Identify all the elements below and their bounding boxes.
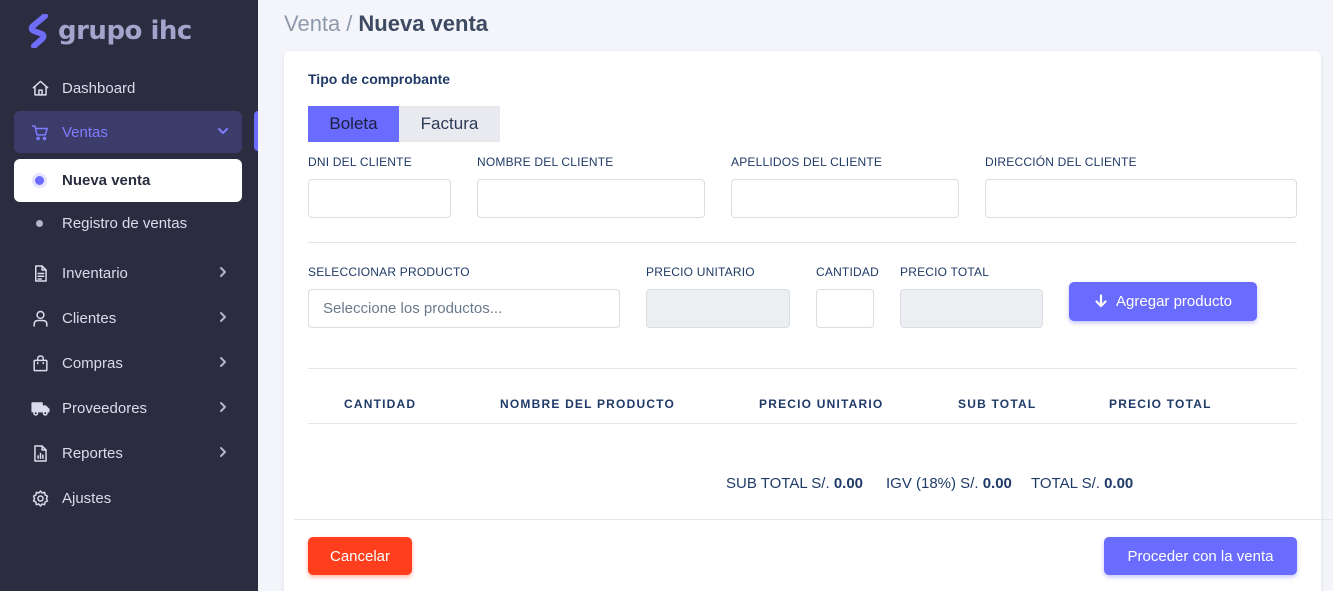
total-price-field — [900, 289, 1043, 328]
sidebar-item-label: Compras — [62, 354, 123, 372]
chevron-right-icon — [216, 265, 230, 279]
total-value: 0.00 — [1104, 475, 1134, 492]
sidebar-item-label: Proveedores — [62, 399, 148, 417]
cart-icon — [30, 122, 50, 142]
chevron-right-icon — [216, 445, 230, 459]
table-header-nombre-producto: NOMBRE DEL PRODUCTO — [500, 397, 676, 411]
subtotal-value: 0.00 — [833, 475, 864, 492]
arrow-down-icon — [1094, 291, 1116, 312]
sidebar-item-ajustes[interactable]: Ajustes — [14, 477, 242, 519]
sidebar-item-label: Clientes — [62, 309, 117, 327]
file-text-icon — [30, 263, 50, 283]
page-title: Nueva venta — [358, 11, 489, 36]
chevron-right-icon — [216, 355, 230, 369]
sidebar-item-reportes[interactable]: Reportes — [14, 432, 242, 474]
sidebar-item-ventas[interactable]: Ventas — [14, 111, 242, 153]
add-product-button[interactable]: Agregar producto — [1069, 282, 1257, 321]
brand-logo[interactable]: grupo ihc — [28, 14, 192, 48]
active-indicator — [254, 111, 258, 151]
table-header-precio-total: PRECIO TOTAL — [1109, 397, 1212, 411]
sidebar-item-label: Ventas — [62, 123, 108, 141]
user-icon — [30, 308, 50, 328]
truck-icon — [30, 398, 50, 418]
table-header-sub-total: SUB TOTAL — [958, 397, 1037, 411]
breadcrumb-parent[interactable]: Venta — [284, 11, 340, 36]
card-footer-divider — [294, 519, 1333, 520]
proceed-sale-button[interactable]: Proceder con la venta — [1104, 537, 1297, 575]
bullet-dot-icon — [36, 220, 43, 227]
table-top-divider — [308, 368, 1297, 369]
dni-field[interactable] — [308, 179, 451, 218]
total-price-label: PRECIO TOTAL — [900, 265, 990, 279]
table-header-cantidad: CANTIDAD — [344, 397, 417, 411]
total-label: TOTAL S/. — [1031, 475, 1100, 492]
client-lastname-label: APELLIDOS DEL CLIENTE — [731, 155, 883, 169]
client-lastname-field[interactable] — [731, 179, 959, 218]
client-address-field[interactable] — [985, 179, 1297, 218]
sidebar-item-inventario[interactable]: Inventario — [14, 252, 242, 294]
dni-label: DNI DEL CLIENTE — [308, 155, 412, 169]
section-title-comprobante: Tipo de comprobante — [308, 71, 451, 87]
section-divider — [308, 242, 1297, 243]
sidebar-subitem-registro-ventas[interactable]: Registro de ventas — [14, 202, 242, 245]
home-icon — [30, 78, 50, 98]
breadcrumb-separator: / — [346, 11, 353, 36]
gear-icon — [30, 488, 50, 508]
sidebar-item-dashboard[interactable]: Dashboard — [14, 67, 242, 109]
sidebar-item-label: Inventario — [62, 264, 128, 282]
sidebar-subitem-nueva-venta[interactable]: Nueva venta — [14, 159, 242, 202]
unit-price-field — [646, 289, 790, 328]
product-select-label: SELECCIONAR PRODUCTO — [308, 265, 470, 279]
client-address-label: DIRECCIÓN DEL CLIENTE — [985, 155, 1137, 169]
sidebar-item-proveedores[interactable]: Proveedores — [14, 387, 242, 429]
bullet-dot-icon — [35, 176, 44, 185]
igv-summary: IGV (18%) S/. 0.00 — [886, 475, 1012, 492]
client-name-label: NOMBRE DEL CLIENTE — [477, 155, 614, 169]
table-header-divider — [308, 423, 1297, 424]
igv-value: 0.00 — [982, 475, 1012, 492]
tab-factura[interactable]: Factura — [399, 106, 500, 142]
breadcrumb: Venta / Nueva venta — [284, 11, 488, 37]
sidebar-subitem-label: Nueva venta — [62, 172, 151, 189]
quantity-label: CANTIDAD — [816, 265, 879, 279]
quantity-field[interactable] — [816, 289, 874, 328]
subtotal-label: SUB TOTAL S/. — [726, 475, 830, 492]
subtotal-summary: SUB TOTAL S/. 0.00 — [726, 475, 863, 492]
cancel-button[interactable]: Cancelar — [308, 537, 412, 575]
unit-price-label: PRECIO UNITARIO — [646, 265, 755, 279]
product-select-input[interactable] — [308, 289, 620, 328]
igv-label: IGV (18%) S/. — [886, 475, 979, 492]
report-icon — [30, 443, 50, 463]
table-header-precio-unitario: PRECIO UNITARIO — [759, 397, 884, 411]
add-product-label: Agregar producto — [1116, 293, 1232, 310]
sidebar: grupo ihc Dashboard Ventas Nueva venta R… — [0, 0, 258, 591]
tab-boleta[interactable]: Boleta — [308, 106, 399, 142]
sidebar-item-compras[interactable]: Compras — [14, 342, 242, 384]
sidebar-item-label: Reportes — [62, 444, 123, 462]
logo-icon — [28, 14, 48, 48]
sidebar-subitem-label: Registro de ventas — [62, 215, 188, 232]
client-name-field[interactable] — [477, 179, 705, 218]
sidebar-item-label: Ajustes — [62, 489, 112, 507]
sidebar-item-label: Dashboard — [62, 79, 136, 97]
chevron-down-icon — [216, 124, 230, 138]
shopping-bag-icon — [30, 353, 50, 373]
brand-name: grupo ihc — [58, 16, 192, 46]
sidebar-item-clientes[interactable]: Clientes — [14, 297, 242, 339]
chevron-right-icon — [216, 400, 230, 414]
total-summary: TOTAL S/. 0.00 — [1031, 475, 1133, 492]
chevron-right-icon — [216, 310, 230, 324]
